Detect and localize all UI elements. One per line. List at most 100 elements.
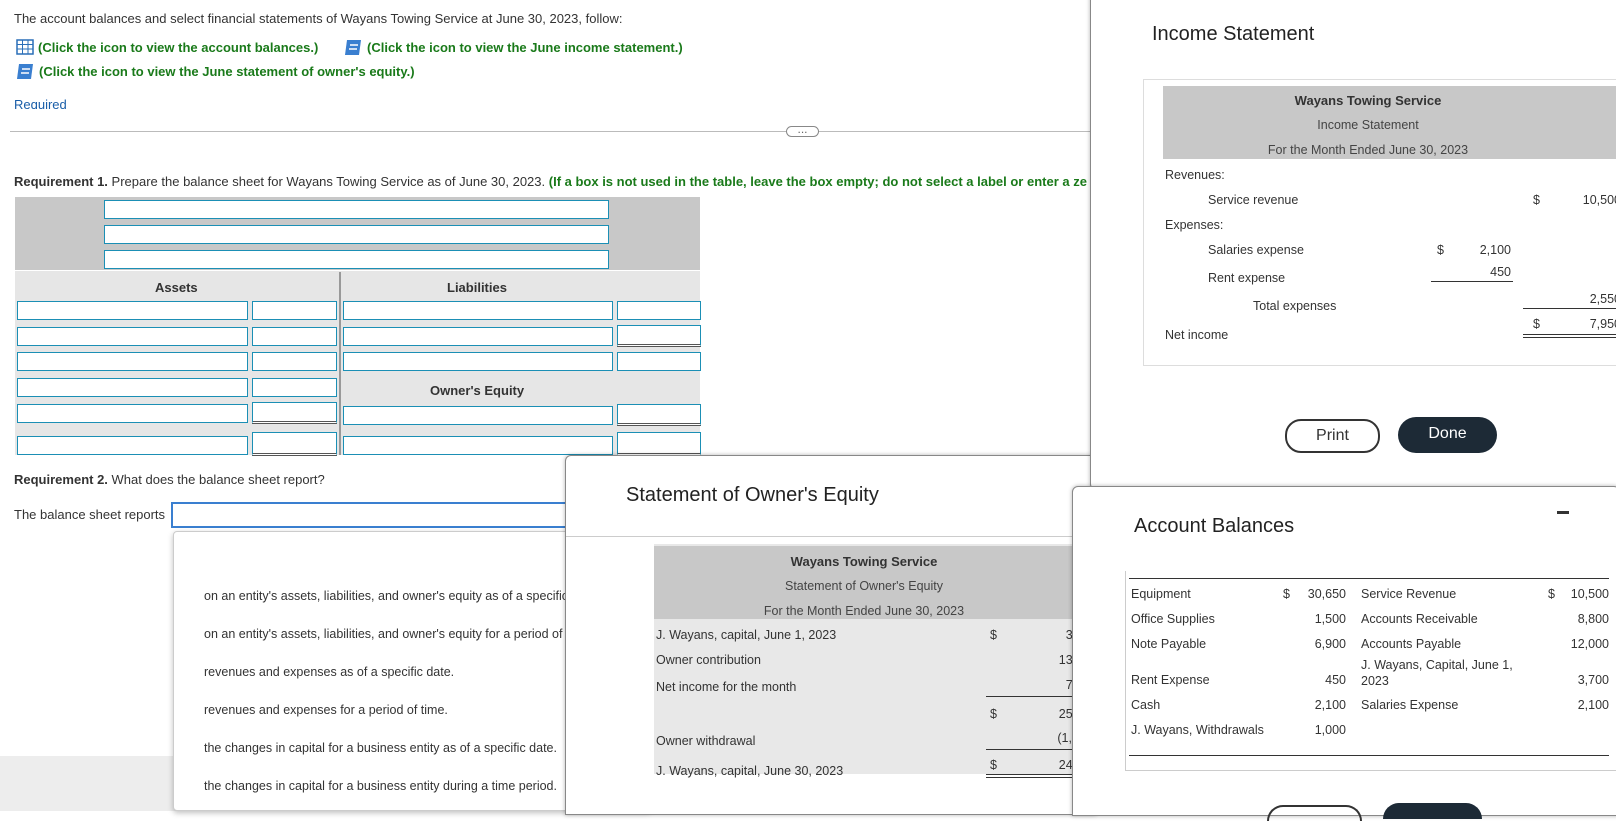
- assets-heading: Assets: [155, 280, 198, 295]
- ab-left-name: Rent Expense: [1131, 673, 1210, 687]
- document-icon: [17, 64, 33, 79]
- bs-reports-dropdown[interactable]: [171, 502, 571, 528]
- asset-label-input[interactable]: [17, 327, 248, 346]
- soe-row-cur: $: [990, 628, 997, 642]
- is-rent-value: 450: [1490, 265, 1511, 279]
- account-balances-panel: Account Balances Equipment $ 30,650 Offi…: [1072, 486, 1616, 821]
- income-statement-link-label[interactable]: (Click the icon to view the June income …: [367, 40, 683, 55]
- ab-right-value: 3,700: [1577, 673, 1609, 687]
- ab-left-value: 30,650: [1307, 587, 1346, 601]
- req2-text: What does the balance sheet report?: [107, 472, 325, 487]
- dropdown-option[interactable]: on an entity's assets, liabilities, and …: [204, 589, 599, 603]
- bs-date-input[interactable]: [104, 250, 609, 269]
- bs-company-input[interactable]: [104, 200, 609, 219]
- income-statement-panel: Income Statement Wayans Towing Service I…: [1090, 0, 1616, 490]
- done-button[interactable]: Done: [1398, 417, 1497, 453]
- ab-left-value: 6,900: [1314, 637, 1346, 651]
- asset-label-input[interactable]: [17, 404, 248, 423]
- ab-right-value: 8,800: [1577, 612, 1609, 626]
- ab-bottom-rule: [1129, 755, 1609, 756]
- print-button[interactable]: Print: [1285, 419, 1380, 453]
- owners-equity-heading: Owner's Equity: [430, 383, 525, 398]
- req1-label: Requirement 1.: [14, 174, 108, 189]
- income-statement-link[interactable]: (Click the icon to view the June income …: [344, 39, 683, 56]
- liability-label-input[interactable]: [343, 327, 613, 346]
- ab-top-rule: [1129, 578, 1609, 579]
- dropdown-option[interactable]: revenues and expenses as of a specific d…: [204, 665, 454, 679]
- req2-label: Requirement 2.: [14, 472, 108, 487]
- liability-label-input[interactable]: [343, 352, 613, 371]
- liabilities-heading: Liabilities: [447, 280, 507, 295]
- soe-row-cur: $: [990, 758, 997, 772]
- bs-title-input[interactable]: [104, 225, 609, 244]
- soe-company: Wayans Towing Service: [790, 554, 938, 569]
- liability-label-input[interactable]: [343, 301, 613, 320]
- is-service-value: 10,500: [1582, 193, 1616, 207]
- equity-label-input[interactable]: [343, 406, 613, 425]
- asset-label-input[interactable]: [17, 301, 248, 320]
- ab-left-name: Office Supplies: [1131, 612, 1215, 626]
- ab-right-name: J. Wayans, Capital, June 1, 2023: [1361, 658, 1513, 688]
- table-icon: [16, 39, 34, 55]
- asset-amount-input[interactable]: [252, 402, 337, 424]
- liability-amount-input[interactable]: [617, 325, 701, 347]
- soe-panel: Statement of Owner's Equity Wayans Towin…: [565, 455, 1097, 815]
- req1-note: (If a box is not used in the table, leav…: [545, 174, 1087, 189]
- ab-right-name: Salaries Expense: [1361, 698, 1459, 712]
- dropdown-option[interactable]: the changes in capital for a business en…: [204, 779, 557, 793]
- asset-label-input[interactable]: [17, 378, 248, 397]
- total-liabilities-equity-input[interactable]: [617, 432, 701, 456]
- is-name: Income Statement: [1317, 118, 1419, 132]
- asset-amount-input[interactable]: [252, 378, 337, 397]
- liability-amount-input[interactable]: [617, 301, 701, 320]
- expand-handle[interactable]: ...: [786, 123, 819, 137]
- asset-label-input[interactable]: [17, 352, 248, 371]
- asset-amount-input[interactable]: [252, 301, 337, 320]
- is-salaries-value: 2,100: [1479, 243, 1511, 257]
- ab-right-value: 12,000: [1570, 637, 1609, 651]
- ab-right-value: 2,100: [1577, 698, 1609, 712]
- ab-right-name: Service Revenue: [1361, 587, 1457, 601]
- ab-left-value: 2,100: [1314, 698, 1346, 712]
- equity-amount-input[interactable]: [617, 404, 701, 426]
- ab-right-name: Accounts Payable: [1361, 637, 1462, 651]
- ab-left-name: Equipment: [1131, 587, 1191, 601]
- owners-equity-link-label[interactable]: (Click the icon to view the June stateme…: [39, 64, 415, 79]
- asset-amount-input[interactable]: [252, 327, 337, 346]
- soe-row-label: J. Wayans, capital, June 1, 2023: [656, 628, 837, 642]
- divider: [10, 131, 1090, 132]
- is-panel-title: Income Statement: [1152, 23, 1315, 45]
- total-liabilities-input[interactable]: [617, 352, 701, 371]
- soe-panel-title: Statement of Owner's Equity: [626, 484, 879, 506]
- asset-amount-input[interactable]: [252, 352, 337, 371]
- requirement-1: Requirement 1. Prepare the balance sheet…: [14, 174, 1087, 189]
- ab-left-value: 1,000: [1314, 723, 1346, 737]
- account-balances-link[interactable]: (Click the icon to view the account bala…: [16, 39, 318, 55]
- is-net-income-label: Net income: [1165, 328, 1229, 342]
- total-liabilities-equity-label-input[interactable]: [343, 436, 613, 455]
- soe-row-label: Net income for the month: [656, 680, 797, 694]
- account-balances-link-label[interactable]: (Click the icon to view the account bala…: [38, 40, 318, 55]
- total-assets-input[interactable]: [252, 432, 337, 456]
- soe-row-label: Owner contribution: [656, 653, 761, 667]
- document-icon: [345, 40, 361, 55]
- dropdown-option[interactable]: revenues and expenses for a period of ti…: [204, 703, 448, 717]
- dropdown-option[interactable]: on an entity's assets, liabilities, and …: [204, 627, 593, 641]
- soe-divider: [566, 536, 1097, 537]
- dropdown-option[interactable]: the changes in capital for a business en…: [204, 741, 557, 755]
- is-expenses-label: Expenses:: [1165, 218, 1224, 232]
- is-revenues-label: Revenues:: [1165, 168, 1225, 182]
- asset-label-input[interactable]: [17, 436, 248, 455]
- soe-name: Statement of Owner's Equity: [784, 579, 943, 593]
- done-button[interactable]: [1383, 803, 1482, 819]
- bs-reports-label: The balance sheet reports: [14, 507, 166, 522]
- print-button[interactable]: [1267, 805, 1362, 821]
- ab-left-value: 450: [1325, 673, 1346, 687]
- ab-left-name: Cash: [1131, 698, 1161, 712]
- ab-panel-title: Account Balances: [1134, 515, 1295, 537]
- owners-equity-link[interactable]: (Click the icon to view the June stateme…: [16, 63, 415, 80]
- req1-text: Prepare the balance sheet for Wayans Tow…: [107, 174, 546, 189]
- is-double-underline: [1523, 334, 1616, 338]
- ab-left-name: Note Payable: [1131, 637, 1207, 651]
- minimize-icon[interactable]: [1557, 511, 1569, 514]
